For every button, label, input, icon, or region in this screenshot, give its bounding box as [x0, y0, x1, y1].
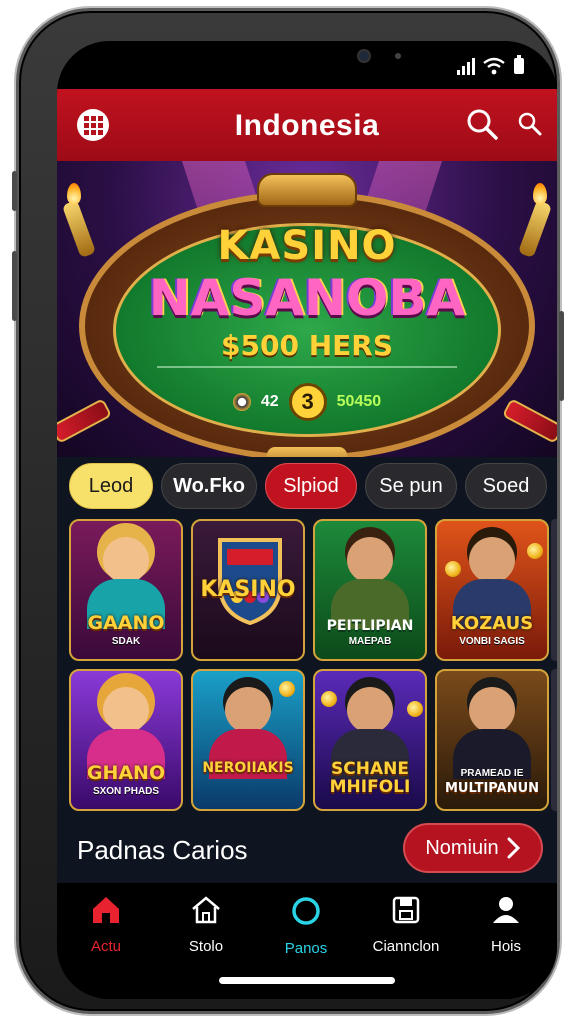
- game-title: GHANO: [86, 762, 166, 784]
- house-outline-icon: [192, 896, 220, 924]
- coin-icon: [527, 543, 543, 559]
- crest-ornament: [267, 447, 347, 457]
- more-button-label: Nomiuin: [425, 836, 499, 859]
- tab-wofko[interactable]: Wo.Fko: [161, 463, 257, 509]
- game-title: MULTIPANUN: [444, 781, 540, 796]
- home-indicator[interactable]: [219, 977, 395, 984]
- status-bar: [57, 41, 557, 89]
- flame-icon: [67, 183, 81, 205]
- status-icons: [457, 55, 525, 75]
- character-head: [347, 537, 393, 583]
- game-title: NEROIIAKIS: [202, 760, 294, 776]
- signal-icon: [457, 58, 475, 75]
- nav-label: Stolo: [188, 938, 224, 955]
- game-card[interactable]: GHANO SXON PHADS: [69, 669, 183, 811]
- game-card[interactable]: MULTIPANUN PRAMEAD IE: [435, 669, 549, 811]
- circle-icon: [292, 897, 320, 925]
- bottom-nav: Actu Stolo Panos Ciannclon Hois: [57, 883, 557, 999]
- hero-prize: $500 HERS: [221, 329, 393, 362]
- tab-label: Slpiod: [283, 474, 339, 497]
- chip-icon: [232, 393, 251, 411]
- tab-soed[interactable]: Soed: [465, 463, 547, 509]
- tab-label: Se pun: [379, 474, 443, 497]
- chip-right-value: 50450: [336, 393, 382, 410]
- game-subtitle: VONBI SAGIS: [459, 636, 525, 647]
- nav-item-hois[interactable]: Hois: [461, 895, 551, 955]
- category-tabs: Leod Wo.Fko Slpiod Se pun Soed: [57, 457, 557, 515]
- felt-line: [157, 366, 457, 368]
- game-title: PEITLIPIAN: [326, 618, 414, 634]
- nav-label: Ciannclon: [372, 938, 440, 955]
- game-card-peek: [551, 519, 557, 661]
- sensor: [395, 53, 401, 59]
- volume-button: [12, 171, 17, 211]
- tab-se-pun[interactable]: Se pun: [365, 463, 457, 509]
- volume-button: [12, 251, 17, 321]
- character-head: [103, 687, 149, 733]
- hero-chips: 42 3 50450: [57, 383, 557, 421]
- nav-label: Actu: [90, 938, 121, 955]
- game-grid: GAANO SDAK KASINO PEITLIPIAN MAEPAB KOZA…: [57, 515, 557, 841]
- app-header: Indonesia: [57, 89, 557, 161]
- game-title: KASINO: [200, 577, 296, 602]
- user-icon: [493, 897, 519, 923]
- power-button: [559, 311, 564, 401]
- crest-ornament: [257, 173, 357, 207]
- wifi-icon: [483, 57, 505, 75]
- character-head: [469, 537, 515, 583]
- tab-leod[interactable]: Leod: [69, 463, 153, 509]
- flame-icon: [533, 183, 547, 205]
- more-button[interactable]: Nomiuin: [403, 823, 543, 873]
- nav-label: Hois: [490, 938, 521, 955]
- game-subtitle: MAEPAB: [348, 636, 392, 647]
- character-head: [225, 687, 271, 733]
- game-title: KOZAUS: [450, 613, 534, 634]
- coin-icon: [445, 561, 461, 577]
- home-icon: [93, 897, 119, 923]
- game-card[interactable]: NEROIIAKIS: [191, 669, 305, 811]
- phone-frame: Indonesia KASINO NASANOBA $500 HERS 42 3…: [12, 8, 564, 1014]
- game-title: GAANO: [87, 612, 165, 634]
- search-icon[interactable]: [465, 107, 499, 141]
- chip-center-value: 3: [288, 383, 327, 421]
- tab-label: Leod: [88, 474, 134, 497]
- nav-item-panos[interactable]: Panos: [261, 895, 351, 957]
- hero-banner[interactable]: KASINO NASANOBA $500 HERS 42 3 50450: [57, 161, 557, 457]
- game-card-peek: [551, 669, 557, 811]
- game-subtitle: SDAK: [111, 636, 141, 647]
- game-card[interactable]: GAANO SDAK: [69, 519, 183, 661]
- coin-icon: [321, 691, 337, 707]
- section-footer: Padnas Carios Nomiuin: [57, 811, 557, 883]
- game-card[interactable]: KOZAUS VONBI SAGIS: [435, 519, 549, 661]
- battery-icon: [514, 55, 524, 74]
- search-icon[interactable]: [517, 111, 543, 137]
- nav-item-actu[interactable]: Actu: [61, 895, 151, 955]
- coin-icon: [407, 701, 423, 717]
- chip-left-value: 42: [260, 393, 279, 410]
- game-card[interactable]: SCHANE MHIFOLI: [313, 669, 427, 811]
- character-head: [347, 687, 393, 733]
- coin-icon: [279, 681, 295, 697]
- game-card[interactable]: KASINO: [191, 519, 305, 661]
- chevron-right-icon: [507, 837, 520, 859]
- nav-item-ciannclon[interactable]: Ciannclon: [361, 895, 451, 955]
- tab-label: Soed: [482, 474, 530, 497]
- character-head: [103, 537, 149, 583]
- game-title: SCHANE MHIFOLI: [329, 759, 411, 798]
- tab-slpiod[interactable]: Slpiod: [265, 463, 357, 509]
- nav-label: Panos: [284, 940, 328, 957]
- save-icon: [392, 896, 420, 924]
- hero-subtitle: NASANOBA: [148, 269, 466, 327]
- hero-title: KASINO: [217, 223, 397, 269]
- game-subtitle: SXON PHADS: [92, 786, 160, 797]
- nav-item-stolo[interactable]: Stolo: [161, 895, 251, 955]
- character-head: [469, 687, 515, 733]
- section-title: Padnas Carios: [77, 835, 248, 865]
- game-subtitle: PRAMEAD IE: [460, 768, 524, 779]
- game-card[interactable]: PEITLIPIAN MAEPAB: [313, 519, 427, 661]
- screen: Indonesia KASINO NASANOBA $500 HERS 42 3…: [57, 41, 557, 999]
- tab-label: Wo.Fko: [173, 474, 245, 497]
- front-camera: [357, 49, 371, 63]
